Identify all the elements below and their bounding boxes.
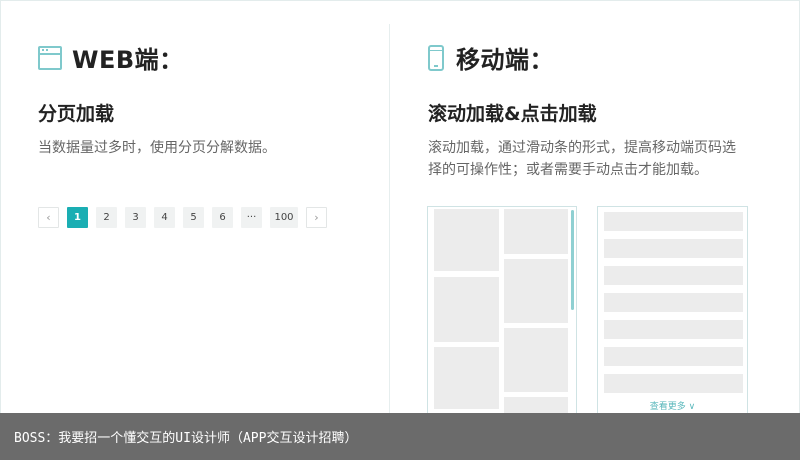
list-row bbox=[604, 320, 743, 339]
mobile-description-line-1: 滚动加载，通过滑动条的形式，提高移动端页码选 bbox=[428, 140, 736, 156]
grid-tile bbox=[504, 259, 568, 323]
caption-bar: BOSS：我要招一个懂交互的UI设计师（APP交互设计招聘） bbox=[0, 413, 800, 460]
mobile-header: 移动端： bbox=[428, 40, 554, 75]
list-row bbox=[604, 347, 743, 366]
mobile-phone-icon bbox=[428, 44, 444, 71]
grid-tile bbox=[434, 277, 499, 342]
grid-tile bbox=[434, 209, 499, 271]
list-row bbox=[604, 239, 743, 258]
caption-text: BOSS：我要招一个懂交互的UI设计师（APP交互设计招聘） bbox=[14, 431, 358, 446]
section-divider bbox=[389, 24, 390, 424]
web-title: WEB端： bbox=[72, 46, 184, 74]
mobile-title: 移动端： bbox=[456, 46, 554, 74]
web-header: WEB端： bbox=[38, 40, 184, 75]
pagination: ‹ 1 2 3 4 5 6 ··· 100 › bbox=[38, 207, 335, 228]
grid-tile bbox=[504, 209, 568, 254]
web-subtitle: 分页加载 bbox=[38, 103, 115, 125]
list-row bbox=[604, 212, 743, 231]
page-button-100[interactable]: 100 bbox=[270, 207, 298, 228]
page-button-6[interactable]: 6 bbox=[212, 207, 233, 228]
list-row bbox=[604, 293, 743, 312]
grid-tile bbox=[504, 328, 568, 392]
page-button-5[interactable]: 5 bbox=[183, 207, 204, 228]
prev-page-button[interactable]: ‹ bbox=[38, 207, 59, 228]
mobile-description-line-2: 择的可操作性；或者需要手动点击才能加载。 bbox=[428, 162, 708, 178]
web-description: 当数据量过多时，使用分页分解数据。 bbox=[38, 140, 276, 156]
next-page-button[interactable]: › bbox=[306, 207, 327, 228]
page-button-4[interactable]: 4 bbox=[154, 207, 175, 228]
list-row bbox=[604, 266, 743, 285]
load-more-link[interactable]: 查看更多 ∨ bbox=[597, 399, 748, 412]
scrollbar[interactable] bbox=[571, 210, 574, 310]
page-button-2[interactable]: 2 bbox=[96, 207, 117, 228]
page-button-3[interactable]: 3 bbox=[125, 207, 146, 228]
mobile-subtitle: 滚动加载&点击加载 bbox=[428, 103, 597, 125]
list-row bbox=[604, 374, 743, 393]
page-ellipsis[interactable]: ··· bbox=[241, 207, 262, 228]
browser-window-icon bbox=[38, 45, 62, 70]
page-button-1[interactable]: 1 bbox=[67, 207, 88, 228]
grid-tile bbox=[434, 347, 499, 409]
